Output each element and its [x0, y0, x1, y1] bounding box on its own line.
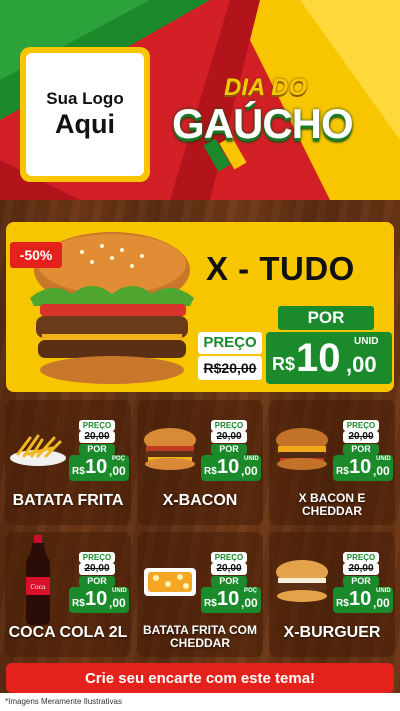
unit-label: UNID — [112, 588, 127, 594]
product-price-block: PREÇO 20,00 POR R$ 10,00 POÇ — [69, 420, 129, 482]
unit-label: POÇ — [112, 456, 126, 462]
product-price-block: PREÇO 20,00 POR R$ 10,00 UNID — [333, 552, 393, 614]
product-name: BATATA FRITA COM CHEDDAR — [143, 623, 257, 651]
new-price: R$ 10,00 POÇ — [69, 455, 129, 481]
currency: R$ — [72, 598, 85, 609]
unit-label: POÇ — [244, 588, 258, 594]
hero-por-label: POR — [278, 306, 374, 330]
product-name: X-BURGUER — [283, 624, 381, 641]
hero-currency: R$ — [272, 354, 296, 374]
product-name: BATATA FRITA — [12, 492, 124, 509]
hero-price-int: 10 — [296, 336, 341, 380]
hero-product-name: X - TUDO — [206, 250, 355, 287]
new-price: R$ 10,00 UNID — [69, 587, 129, 613]
product-name: X-BACON — [162, 492, 238, 509]
unit-label: UNID — [376, 456, 391, 462]
currency: R$ — [336, 598, 349, 609]
product-name: X BACON E CHEDDAR — [298, 491, 366, 519]
product-price-block: PREÇO 20,00 POR R$ 10,00 UNID — [201, 420, 261, 482]
product-name: COCA COLA 2L — [8, 624, 128, 641]
price-int: 10 — [349, 588, 372, 610]
price-int: 10 — [85, 456, 108, 478]
header-flag-banner: Sua Logo Aqui DIA DO GAÚCHO — [0, 0, 400, 200]
product-price-block: PREÇO 20,00 POR R$ 10,00 POÇ — [201, 552, 261, 614]
hero-new-price: R$ 10 ,00 UNID — [266, 332, 392, 384]
bacon-burger-image — [139, 418, 201, 478]
hero-price-block: POR PREÇO R$20,00 R$ 10 ,00 UNID — [198, 306, 392, 386]
price-int: 10 — [217, 588, 240, 610]
product-price-block: PREÇO 20,00 POR R$ 10,00 UNID — [333, 420, 393, 482]
currency: R$ — [336, 466, 349, 477]
por-label: POR — [79, 444, 115, 455]
por-label: POR — [343, 576, 379, 587]
new-price: R$ 10,00 UNID — [333, 587, 393, 613]
old-price: 20,00 — [79, 563, 115, 575]
old-price: 20,00 — [211, 563, 247, 575]
hero-preco-label: PREÇO — [198, 332, 262, 354]
logo-placeholder: Sua Logo Aqui — [20, 47, 150, 182]
price-int: 10 — [349, 456, 372, 478]
burger-image — [271, 550, 333, 610]
preco-label: PREÇO — [79, 420, 115, 431]
new-price: R$ 10,00 POÇ — [201, 587, 261, 613]
new-price: R$ 10,00 UNID — [333, 455, 393, 481]
preco-label: PREÇO — [343, 552, 379, 563]
preco-label: PREÇO — [79, 552, 115, 563]
cheddar-burger-image — [271, 418, 333, 478]
svg-text:Coca: Coca — [30, 584, 46, 591]
hero-old-price: R$20,00 — [198, 356, 262, 380]
title-line1: DIA DO — [224, 74, 308, 101]
soda-bottle-image: Coca — [7, 535, 69, 625]
price-dec: ,00 — [373, 464, 390, 478]
preco-label: PREÇO — [211, 552, 247, 563]
old-price: 20,00 — [79, 431, 115, 443]
unit-label: UNID — [244, 456, 259, 462]
discount-badge: -50% — [10, 242, 62, 268]
price-dec: ,00 — [241, 464, 258, 478]
currency: R$ — [72, 466, 85, 477]
logo-text-line1: Sua Logo — [46, 89, 124, 109]
preco-label: PREÇO — [211, 420, 247, 431]
footer-note: *Imagens Meramente Ilustrativas — [0, 693, 400, 711]
unit-label: UNID — [376, 588, 391, 594]
fries-image — [7, 418, 69, 478]
por-label: POR — [79, 576, 115, 587]
new-price: R$ 10,00 UNID — [201, 455, 261, 481]
cta-banner[interactable]: Crie seu encarte com este tema! — [6, 663, 394, 693]
old-price: 20,00 — [211, 431, 247, 443]
currency: R$ — [204, 598, 217, 609]
hero-unit-label: UNID — [354, 336, 379, 347]
currency: R$ — [204, 466, 217, 477]
por-label: POR — [211, 576, 247, 587]
price-dec: ,00 — [109, 464, 126, 478]
price-int: 10 — [217, 456, 240, 478]
price-dec: ,00 — [241, 596, 258, 610]
event-title: DIA DO GAÚCHO — [168, 66, 393, 156]
preco-label: PREÇO — [343, 420, 379, 431]
old-price: 20,00 — [343, 563, 379, 575]
price-int: 10 — [85, 588, 108, 610]
old-price: 20,00 — [343, 431, 379, 443]
price-dec: ,00 — [109, 596, 126, 610]
hero-price-dec: ,00 — [346, 352, 377, 377]
por-label: POR — [343, 444, 379, 455]
product-price-block: PREÇO 20,00 POR R$ 10,00 UNID — [69, 552, 129, 614]
title-line2: GAÚCHO — [172, 100, 354, 147]
cheddar-fries-image — [139, 550, 201, 610]
flyer-page: Sua Logo Aqui DIA DO GAÚCHO -50% X - TUD… — [0, 0, 400, 711]
por-label: POR — [211, 444, 247, 455]
price-dec: ,00 — [373, 596, 390, 610]
logo-text-line2: Aqui — [55, 108, 115, 139]
